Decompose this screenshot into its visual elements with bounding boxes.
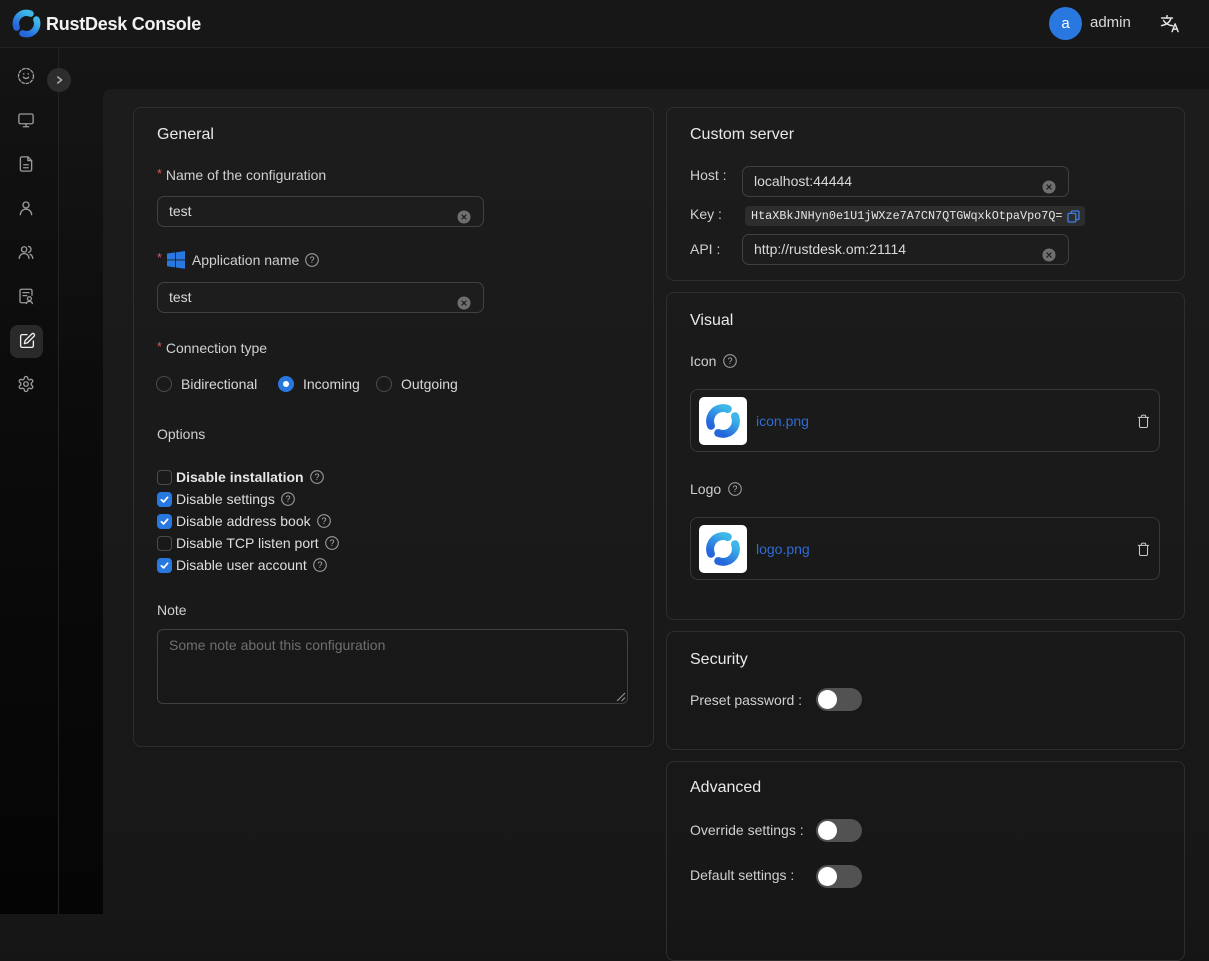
svg-text:?: ?	[728, 356, 733, 366]
svg-text:?: ?	[285, 494, 290, 504]
svg-text:?: ?	[733, 484, 738, 494]
svg-text:?: ?	[321, 516, 326, 526]
svg-text:?: ?	[314, 472, 319, 482]
svg-text:?: ?	[317, 560, 322, 570]
svg-text:?: ?	[329, 538, 334, 548]
svg-text:?: ?	[310, 255, 315, 265]
